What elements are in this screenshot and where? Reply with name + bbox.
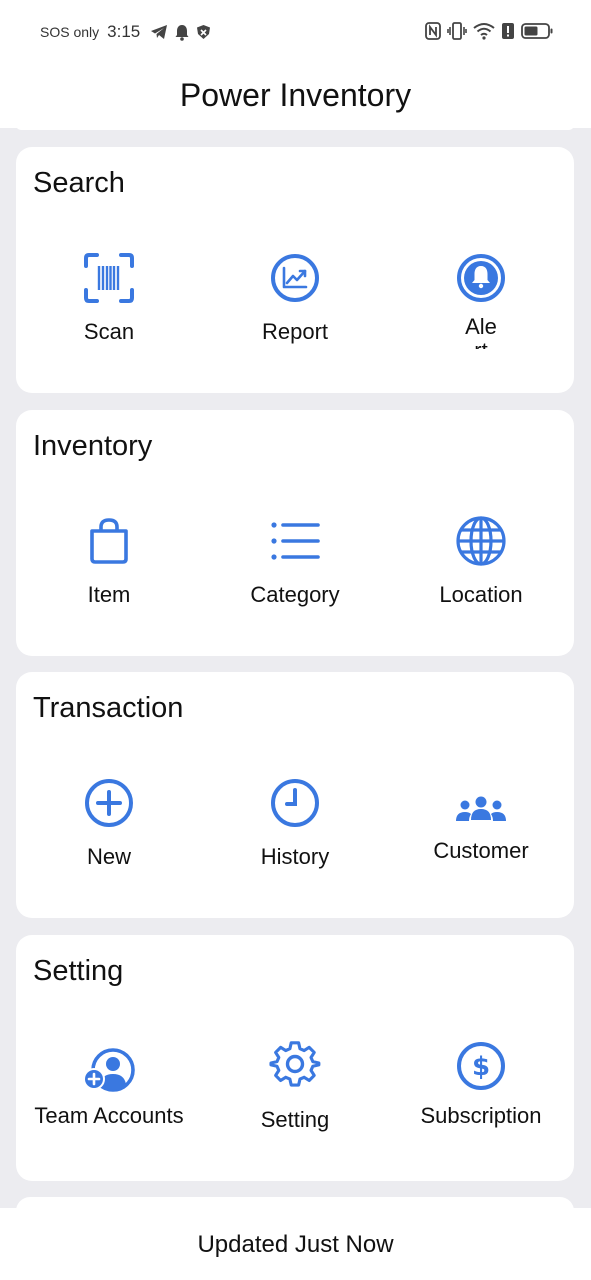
report-button[interactable]: Report (210, 251, 380, 371)
item-button[interactable]: Item (24, 514, 194, 634)
section-search: Search Scan Report Ale (16, 147, 574, 393)
section-title: Inventory (33, 430, 153, 462)
section-inventory: Inventory Item Category Location (16, 410, 574, 656)
globe-icon (454, 514, 508, 568)
subscription-label: Subscription (420, 1103, 542, 1128)
vpn-shield-icon (196, 24, 211, 40)
add-user-icon (82, 1043, 136, 1097)
subscription-button[interactable]: $ Subscription (396, 1039, 566, 1159)
list-icon (268, 514, 322, 568)
scrolled-card-edge (16, 120, 574, 130)
battery-icon (521, 22, 553, 40)
section-title: Transaction (33, 692, 184, 724)
section-setting: Setting Team Accounts Setting $ Subscrip… (16, 935, 574, 1181)
report-label: Report (261, 319, 329, 344)
notification-bell-icon (174, 24, 190, 41)
carrier-text: SOS only (40, 24, 100, 40)
people-group-icon (454, 790, 508, 830)
alert-icon (501, 22, 515, 40)
report-chart-icon (268, 251, 322, 305)
clock-text: 3:15 (107, 22, 141, 41)
team-accounts-button[interactable]: Team Accounts (10, 1043, 208, 1163)
svg-text:$: $ (472, 1052, 490, 1082)
new-transaction-button[interactable]: New (24, 776, 194, 896)
new-label: New (86, 844, 131, 869)
history-label: History (260, 844, 330, 869)
setting-label: Setting (260, 1107, 330, 1132)
barcode-scan-icon (82, 251, 136, 305)
gear-icon (268, 1039, 322, 1093)
setting-button[interactable]: Setting (210, 1039, 380, 1159)
footer-status-bar: Updated Just Now (0, 1208, 591, 1280)
last-updated-text: Updated Just Now (197, 1231, 394, 1258)
category-label: Category (250, 582, 340, 607)
location-button[interactable]: Location (396, 514, 566, 634)
clock-icon (268, 776, 322, 830)
section-transaction: Transaction New History Customer (16, 672, 574, 918)
add-circle-icon (82, 776, 136, 830)
shopping-bag-icon (82, 514, 136, 568)
customer-label: Customer (433, 838, 529, 863)
category-button[interactable]: Category (210, 514, 380, 634)
section-title: Search (33, 167, 125, 199)
scan-button[interactable]: Scan (24, 251, 194, 371)
telegram-icon (150, 24, 168, 40)
customer-button[interactable]: Customer (396, 790, 566, 910)
status-bar: SOS only 3:15 (0, 0, 591, 66)
section-title: Setting (33, 955, 124, 987)
nfc-icon (425, 22, 441, 40)
alert-button[interactable]: Ale rt (396, 251, 566, 371)
item-label: Item (87, 582, 131, 607)
status-right (425, 22, 553, 40)
team-accounts-label: Team Accounts (34, 1103, 184, 1128)
history-button[interactable]: History (210, 776, 380, 896)
location-label: Location (439, 582, 523, 607)
dollar-circle-icon: $ (454, 1039, 508, 1093)
page-title: Power Inventory (179, 76, 412, 113)
wifi-icon (473, 22, 495, 40)
app-header: Power Inventory (0, 66, 591, 128)
alert-bell-icon (454, 251, 508, 305)
scan-label: Scan (83, 319, 135, 344)
status-left: SOS only 3:15 (40, 22, 211, 42)
alert-label: Ale rt (465, 315, 497, 349)
vibrate-icon (447, 22, 467, 40)
